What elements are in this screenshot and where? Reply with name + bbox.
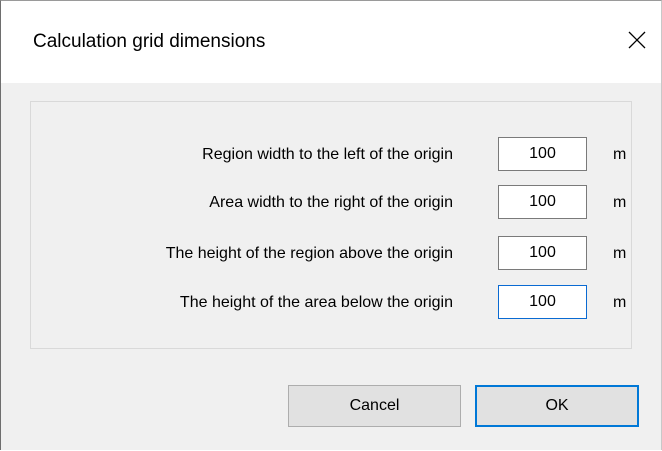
right-width-unit: m (613, 194, 627, 211)
above-height-input[interactable] (498, 236, 587, 270)
right-width-label: Area width to the right of the origin (209, 194, 453, 211)
close-icon (628, 31, 646, 49)
below-height-unit: m (613, 294, 627, 311)
below-height-input[interactable] (498, 285, 587, 319)
below-height-label: The height of the area below the origin (179, 294, 453, 311)
dialog-title: Calculation grid dimensions (33, 31, 266, 52)
dialog-window: Calculation grid dimensions Region width… (0, 0, 662, 450)
left-width-unit: m (613, 146, 627, 163)
title-bar: Calculation grid dimensions (1, 1, 661, 83)
close-button[interactable] (615, 18, 659, 62)
ok-button[interactable]: OK (475, 385, 639, 427)
above-height-label: The height of the region above the origi… (165, 245, 453, 262)
left-width-input[interactable] (498, 137, 587, 171)
right-width-input[interactable] (498, 185, 587, 219)
above-height-unit: m (613, 245, 627, 262)
left-width-label: Region width to the left of the origin (202, 146, 453, 163)
cancel-button[interactable]: Cancel (288, 385, 461, 427)
